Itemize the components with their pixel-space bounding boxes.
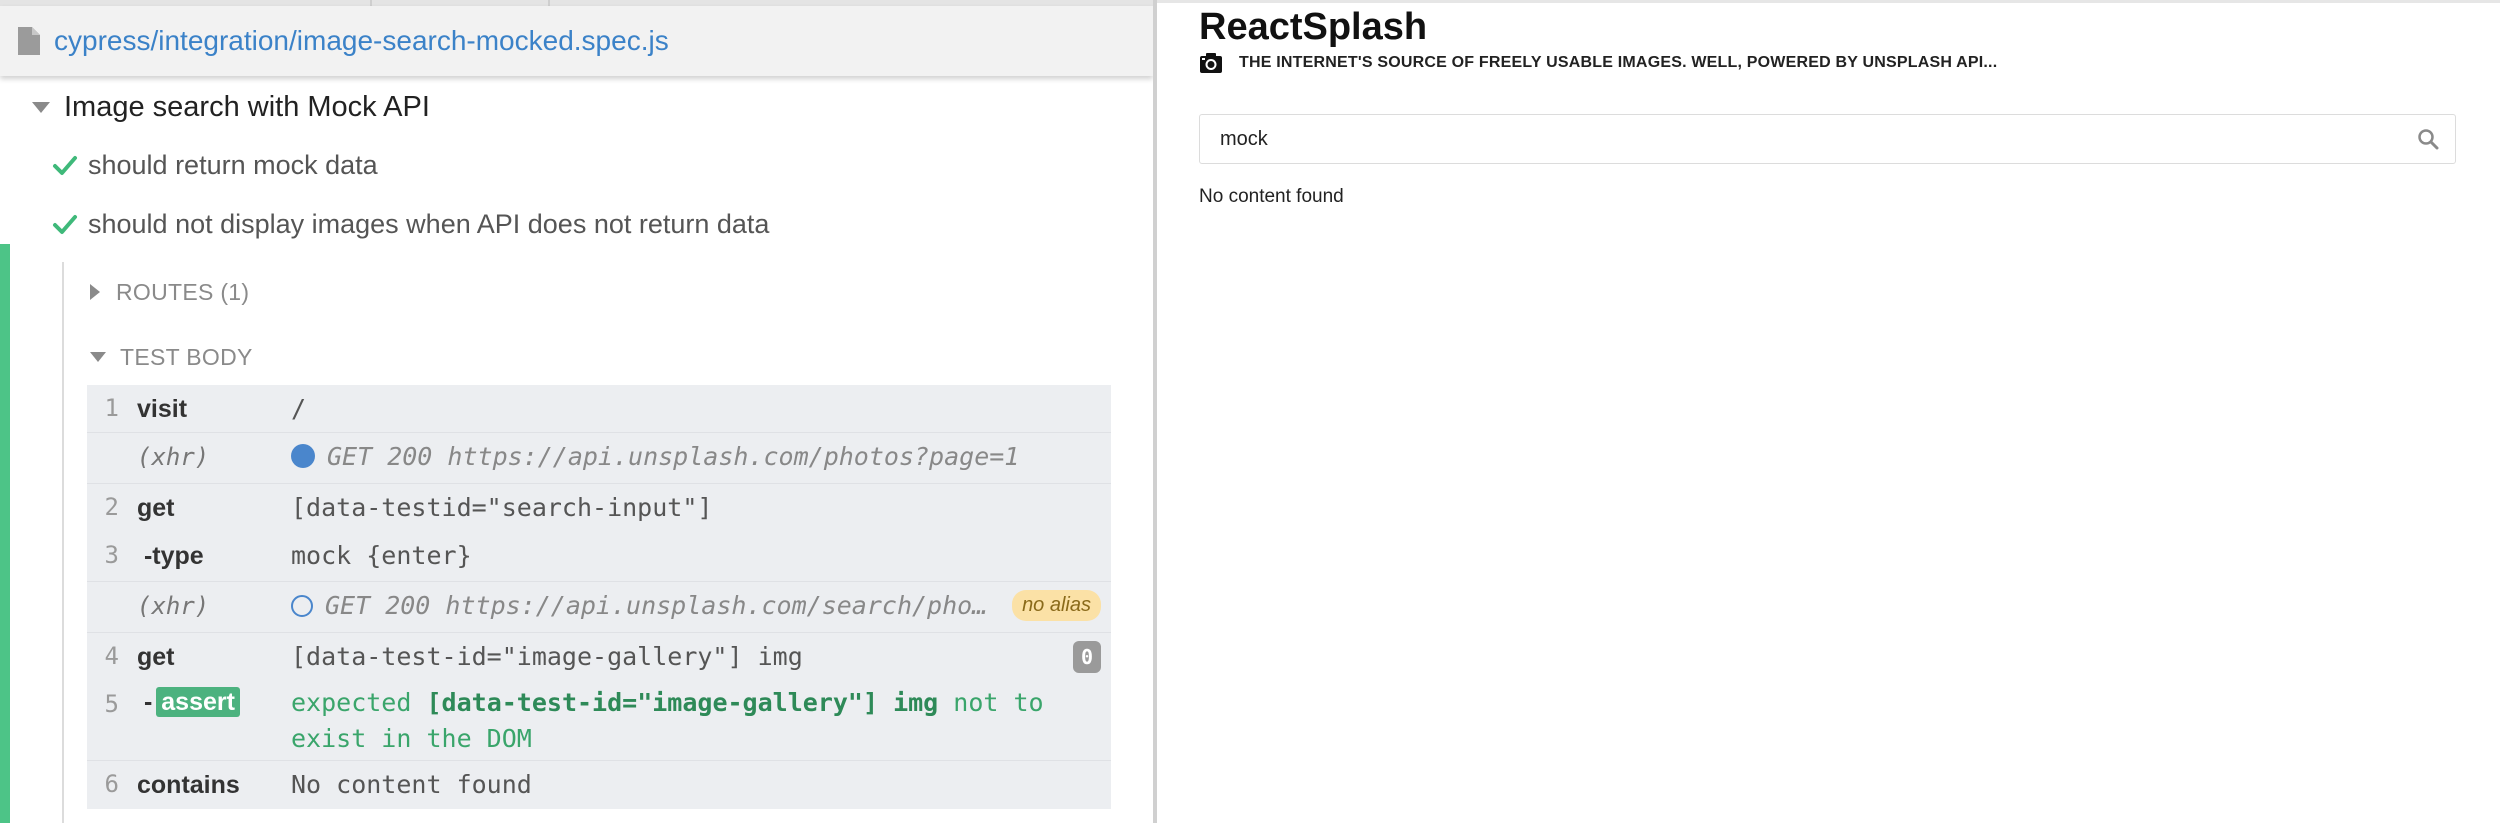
command-message: GET 200 https://api.unsplash.com/photos?… [291, 433, 1111, 471]
command-row[interactable]: 5 - assert expected [data-test-id="image-… [87, 681, 1111, 761]
test-title: should return mock data [88, 149, 378, 180]
command-number: 6 [104, 770, 119, 798]
command-name: contains [137, 771, 240, 799]
test-body-toggle[interactable]: TEST BODY [90, 337, 253, 377]
command-number: 4 [104, 642, 119, 670]
tagline: THE INTERNET'S SOURCE OF FREELY USABLE I… [1239, 54, 1998, 71]
command-name: get [137, 494, 175, 522]
command-message: [data-testid="search-input"] [291, 493, 713, 522]
command-name: (xhr) [137, 592, 210, 620]
command-name: (xhr) [137, 443, 210, 471]
command-message: mock {enter} [291, 541, 472, 570]
command-list: 1 visit / (xhr) GET 200 https://api.unsp… [87, 385, 1111, 809]
command-message: No content found [291, 770, 532, 799]
command-row[interactable]: (xhr) GET 200 https://api.unsplash.com/s… [87, 582, 1111, 633]
app-title: ReactSplash [1199, 6, 1428, 48]
command-number: 5 [104, 690, 119, 718]
test-row[interactable]: should not display images when API does … [0, 201, 1153, 247]
command-name: -type [143, 542, 204, 570]
command-row[interactable]: 1 visit / [87, 385, 1111, 433]
alias-badge: no alias [1012, 590, 1101, 621]
command-name: - assert [127, 681, 291, 717]
xhr-complete-icon [291, 444, 315, 468]
command-row[interactable]: 4 get [data-test-id="image-gallery"] img… [87, 633, 1111, 681]
command-message: / [291, 394, 307, 423]
check-icon [53, 156, 77, 175]
search-input[interactable] [1220, 127, 2417, 151]
routes-toggle[interactable]: ROUTES (1) [90, 272, 249, 312]
command-number [87, 582, 127, 591]
check-icon [53, 215, 77, 234]
search-icon[interactable] [2417, 128, 2439, 150]
expand-caret-icon [90, 284, 100, 300]
spec-header: cypress/integration/image-search-mocked.… [0, 6, 1153, 76]
suite-title: Image search with Mock API [64, 90, 430, 123]
command-name: get [137, 643, 175, 671]
xhr-pending-icon [291, 595, 313, 617]
assertion-message: expected [data-test-id="image-gallery"] … [291, 688, 1044, 753]
element-count-badge: 0 [1073, 641, 1101, 673]
empty-state-message: No content found [1199, 186, 1344, 207]
spec-file-link[interactable]: cypress/integration/image-search-mocked.… [54, 25, 669, 57]
camera-icon [1200, 53, 1222, 73]
file-icon [18, 27, 40, 55]
command-row[interactable]: 2 get [data-testid="search-input"] [87, 484, 1111, 532]
routes-label: ROUTES (1) [116, 278, 250, 305]
command-number: 2 [104, 493, 119, 521]
collapse-caret-icon [90, 352, 106, 362]
command-number [87, 433, 127, 442]
test-title: should not display images when API does … [88, 208, 770, 239]
app-preview: ReactSplash THE INTERNET'S SOURCE OF FRE… [1157, 0, 2500, 823]
collapse-caret-icon [32, 101, 50, 113]
command-row[interactable]: (xhr) GET 200 https://api.unsplash.com/p… [87, 433, 1111, 484]
preview-top-border [1157, 0, 2500, 3]
command-message: GET 200 https://api.unsplash.com/search/… [291, 582, 1111, 620]
search-box [1199, 114, 2456, 164]
command-row[interactable]: 6 contains No content found [87, 761, 1111, 809]
command-number: 3 [104, 541, 119, 569]
command-message: [data-test-id="image-gallery"] img [291, 642, 803, 671]
passed-indicator-bar [0, 244, 10, 823]
test-body-label: TEST BODY [120, 343, 253, 370]
tagline-row: THE INTERNET'S SOURCE OF FREELY USABLE I… [1199, 52, 1997, 74]
command-name: visit [137, 395, 188, 423]
suite-row[interactable]: Image search with Mock API [0, 84, 1153, 130]
hook-guide-line [62, 262, 64, 823]
command-number: 1 [104, 394, 119, 422]
command-row[interactable]: 3 -type mock {enter} [87, 532, 1111, 582]
command-log-panel: cypress/integration/image-search-mocked.… [0, 0, 1153, 823]
test-row[interactable]: should return mock data [0, 142, 1153, 188]
assert-chip: assert [156, 687, 240, 717]
